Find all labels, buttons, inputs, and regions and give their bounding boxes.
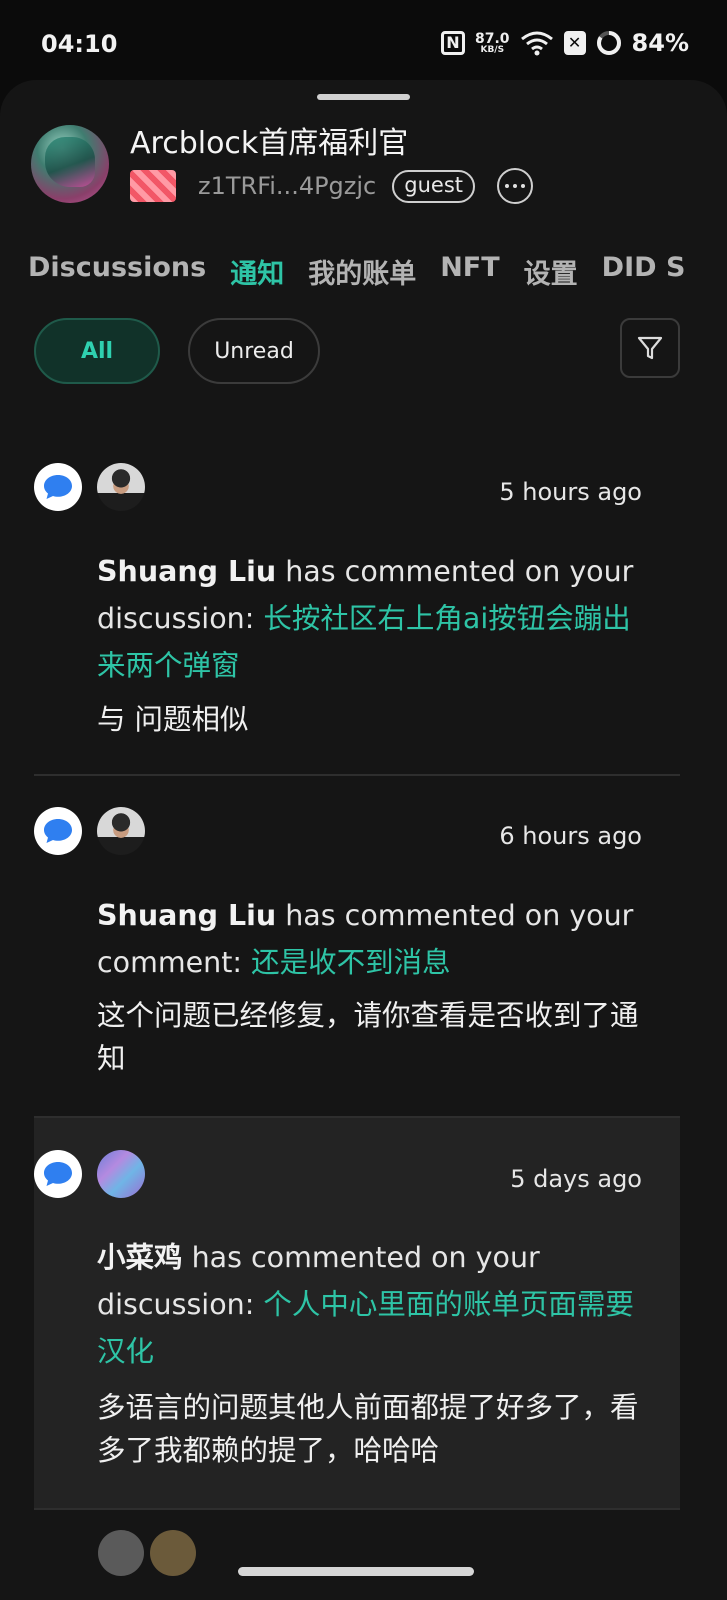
chat-bubble-icon <box>44 475 72 499</box>
profile-avatar[interactable] <box>31 125 109 203</box>
network-speed-unit: KB/S <box>480 44 505 55</box>
profile-name: Arcblock首席福利官 <box>130 126 409 161</box>
wifi-icon <box>520 31 553 56</box>
actor-name[interactable]: 小菜鸡 <box>97 1241 183 1274</box>
tab-discussions[interactable]: Discussions <box>28 252 206 292</box>
actor-avatar[interactable] <box>97 807 145 855</box>
gesture-navigation-bar[interactable] <box>238 1567 474 1576</box>
chat-bubble-icon <box>44 819 72 843</box>
profile-tabs: Discussions 通知 我的账单 NFT 设置 DID S <box>28 252 685 292</box>
more-options-button[interactable] <box>497 168 533 204</box>
battery-percent: 84% <box>631 29 689 57</box>
comment-excerpt: 这个问题已经修复，请你查看是否收到了通知 <box>97 999 639 1075</box>
actor-avatar[interactable] <box>97 1150 145 1198</box>
filter-row: All Unread <box>34 318 680 386</box>
comment-excerpt: 多语言的问题其他人前面都提了好多了，看多了我都赖的提了，哈哈哈 <box>97 1391 639 1467</box>
notification-message: Shuang Liu has commented on your discuss… <box>97 548 657 689</box>
peek-avatar <box>98 1530 144 1576</box>
did-address[interactable]: z1TRFi...4Pgzjc <box>198 172 376 200</box>
comment-type-icon <box>34 463 82 511</box>
notification-message: 小菜鸡 has commented on your discussion: 个人… <box>97 1234 657 1375</box>
tab-did[interactable]: DID S <box>602 252 686 292</box>
filter-unread-chip[interactable]: Unread <box>188 318 320 384</box>
filter-all-chip[interactable]: All <box>34 318 160 384</box>
did-row: z1TRFi...4Pgzjc guest <box>130 168 533 204</box>
notification-time: 5 hours ago <box>499 478 642 506</box>
tab-my-bills[interactable]: 我的账单 <box>308 252 416 292</box>
comment-link[interactable]: 还是收不到消息 <box>251 946 451 979</box>
network-speed: 87.0 KB/S <box>475 32 510 55</box>
role-badge: guest <box>392 169 475 203</box>
status-icons: N 87.0 KB/S ✕ 84% <box>441 28 689 58</box>
did-avatar-icon <box>130 170 176 202</box>
battery-ring-icon <box>596 31 621 55</box>
comment-type-icon <box>34 807 82 855</box>
status-time: 04:10 <box>41 30 118 58</box>
tab-notifications[interactable]: 通知 <box>230 252 284 292</box>
chat-bubble-icon <box>44 1162 72 1186</box>
sheet-drag-handle[interactable] <box>317 94 410 100</box>
actor-avatar[interactable] <box>97 463 145 511</box>
filter-button[interactable] <box>620 318 680 378</box>
peek-avatar <box>150 1530 196 1576</box>
nfc-icon: N <box>441 31 465 55</box>
comment-type-icon <box>34 1150 82 1198</box>
notification-item[interactable]: 5 hours ago Shuang Liu has commented on … <box>34 438 680 776</box>
notification-time: 6 hours ago <box>499 822 642 850</box>
sim-x-icon: ✕ <box>563 31 586 55</box>
notification-item[interactable]: 6 hours ago Shuang Liu has commented on … <box>34 776 680 1118</box>
filter-icon <box>637 336 663 360</box>
divider <box>34 1508 680 1510</box>
status-bar: 04:10 N 87.0 KB/S ✕ 84% <box>0 0 727 86</box>
tab-settings[interactable]: 设置 <box>524 252 578 292</box>
actor-name[interactable]: Shuang Liu <box>97 899 276 932</box>
tab-nft[interactable]: NFT <box>440 252 499 292</box>
notification-message: Shuang Liu has commented on your comment… <box>97 892 657 986</box>
bottom-sheet: Arcblock首席福利官 z1TRFi...4Pgzjc guest Disc… <box>0 80 727 1600</box>
comment-excerpt: 与 问题相似 <box>97 703 249 736</box>
notification-item[interactable]: 5 days ago 小菜鸡 has commented on your dis… <box>34 1118 680 1510</box>
notification-time: 5 days ago <box>510 1165 642 1193</box>
actor-name[interactable]: Shuang Liu <box>97 555 276 588</box>
network-speed-value: 87.0 <box>475 30 510 47</box>
